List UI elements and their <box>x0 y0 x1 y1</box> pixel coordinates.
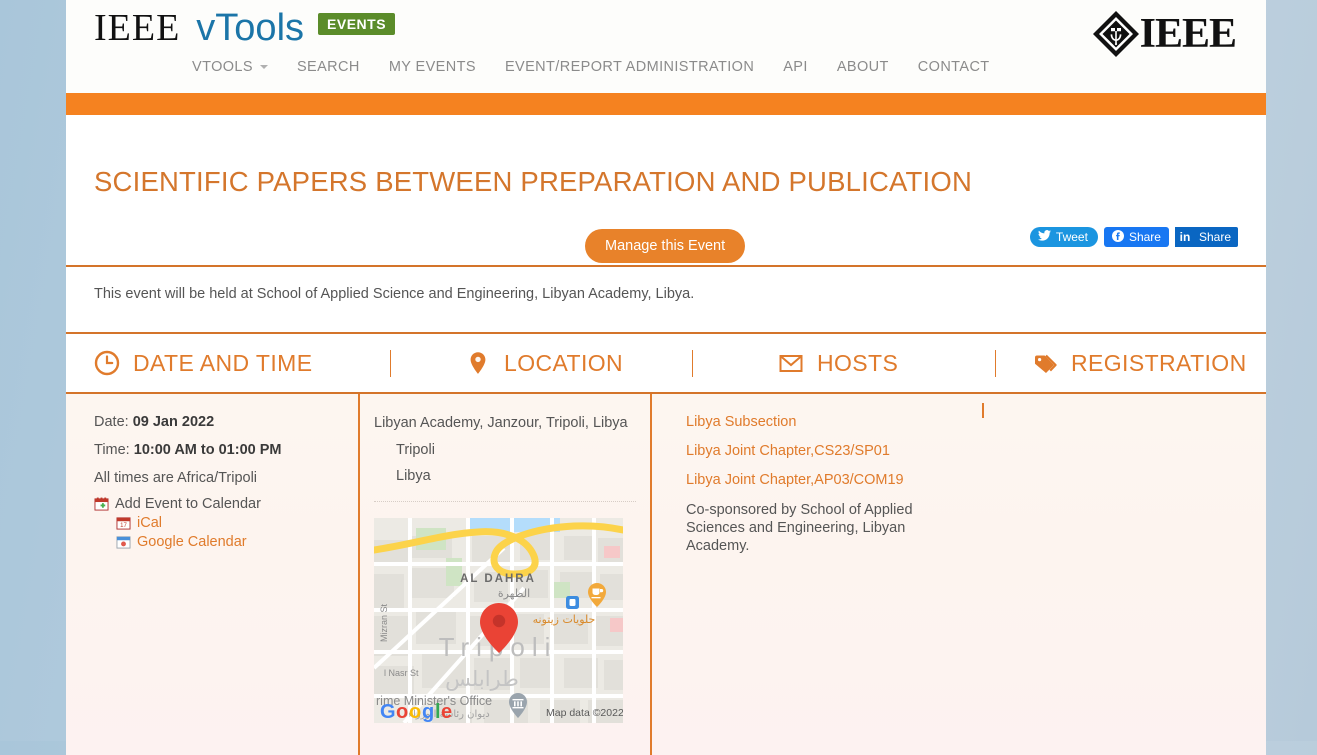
location-divider <box>374 501 636 502</box>
calendar-add-icon <box>94 497 109 511</box>
add-to-calendar-label: Add Event to Calendar <box>115 496 261 512</box>
envelope-icon <box>778 350 804 376</box>
twitter-icon <box>1037 230 1051 244</box>
linkedin-share-button[interactable]: in Share <box>1174 227 1238 247</box>
svg-text:g: g <box>422 701 434 723</box>
nav-item-event-report-administration[interactable]: EVENT/REPORT ADMINISTRATION <box>505 59 754 75</box>
google-calendar-link[interactable]: Google Calendar <box>137 534 247 550</box>
event-title-block: SCIENTIFIC PAPERS BETWEEN PREPARATION AN… <box>66 115 1266 267</box>
social-share-row: Tweet Share in Share <box>1029 227 1238 247</box>
svg-text:l: l <box>435 701 441 723</box>
event-description-text: This event will be held at School of App… <box>94 286 695 302</box>
linkedin-icon: in <box>1174 227 1195 247</box>
detail-columns: Date: 09 Jan 2022 Time: 10:00 AM to 01:0… <box>66 394 1266 755</box>
tab-label: HOSTS <box>817 349 899 376</box>
logo-events-badge: EVENTS <box>318 13 396 35</box>
svg-text:الظهرة: الظهرة <box>498 587 530 600</box>
add-to-calendar-row: Add Event to Calendar <box>94 496 358 512</box>
orange-ribbon <box>66 93 1266 137</box>
location-column: Libyan Academy, Janzour, Tripoli, Libya … <box>358 394 650 755</box>
svg-text:حلويات زيتونه: حلويات زيتونه <box>533 613 596 626</box>
svg-text:Map data ©2022: Map data ©2022 <box>546 707 623 719</box>
tab-location[interactable]: LOCATION <box>391 350 692 377</box>
chevron-down-icon <box>259 65 268 69</box>
date-value: 09 Jan 2022 <box>132 414 215 430</box>
ieee-wordmark: IEEE <box>1139 11 1237 57</box>
cosponsor-note: Co-sponsored by School of Applied Scienc… <box>686 502 913 554</box>
tag-icon <box>1032 350 1058 376</box>
logo-vtools-text: vTools <box>196 7 305 49</box>
host-link[interactable]: Libya Subsection <box>686 414 950 430</box>
svg-text:طرابلس: طرابلس <box>445 667 519 691</box>
timezone-note: All times are Africa/Tripoli <box>94 470 258 486</box>
ieee-diamond-icon <box>1090 8 1142 60</box>
manage-event-button[interactable]: Manage this Event <box>585 229 746 263</box>
facebook-icon <box>1111 229 1124 245</box>
ical-link[interactable]: iCal <box>137 515 162 531</box>
ical-row: 17 iCal <box>116 515 358 531</box>
nav-label: VTOOLS <box>192 59 253 75</box>
site-header: IEEE vTools EVENTS IEEE VTOOLS SEARCH MY… <box>66 0 1266 93</box>
svg-text:G: G <box>380 701 396 723</box>
nav-item-about[interactable]: ABOUT <box>837 59 889 75</box>
facebook-share-button[interactable]: Share <box>1103 227 1169 247</box>
date-time-column: Date: 09 Jan 2022 Time: 10:00 AM to 01:0… <box>66 394 358 755</box>
date-label: Date: <box>94 414 129 430</box>
tab-label: LOCATION <box>504 349 624 376</box>
svg-text:l Nasr St: l Nasr St <box>384 668 419 678</box>
google-calendar-icon <box>116 535 131 549</box>
event-description-strip: This event will be held at School of App… <box>66 267 1266 334</box>
location-country: Libya <box>396 468 431 484</box>
hosts-column: Libya Subsection Libya Joint Chapter,CS2… <box>650 394 950 755</box>
ical-icon: 17 <box>116 516 131 530</box>
svg-text:17: 17 <box>120 523 127 529</box>
location-map[interactable]: AL DAHRA الظهرة Tripoli طرابلس Mizran St… <box>374 518 623 723</box>
twitter-share-button[interactable]: Tweet <box>1029 227 1098 247</box>
tab-label: DATE AND TIME <box>133 349 313 376</box>
ieee-logo-mark: IEEE <box>1090 8 1237 60</box>
tab-date-and-time[interactable]: DATE AND TIME <box>94 350 390 377</box>
location-address: Libyan Academy, Janzour, Tripoli, Libya <box>374 415 628 431</box>
registration-column <box>950 394 1266 755</box>
registration-divider-mark <box>982 403 984 418</box>
tab-registration[interactable]: REGISTRATION <box>996 350 1247 377</box>
nav-item-vtools[interactable]: VTOOLS <box>192 59 268 75</box>
nav-item-my-events[interactable]: MY EVENTS <box>389 59 476 75</box>
logo-ieee-text: IEEE <box>94 7 181 49</box>
twitter-share-label: Tweet <box>1055 230 1088 244</box>
host-link[interactable]: Libya Joint Chapter,CS23/SP01 <box>686 443 950 459</box>
event-time-row: Time: 10:00 AM to 01:00 PM <box>94 442 358 458</box>
tab-hosts[interactable]: HOSTS <box>693 350 995 377</box>
nav-item-contact[interactable]: CONTACT <box>918 59 990 75</box>
location-city: Tripoli <box>396 442 435 458</box>
time-label: Time: <box>94 442 130 458</box>
tab-label: REGISTRATION <box>1071 349 1247 376</box>
linkedin-share-label: Share <box>1198 230 1231 244</box>
time-value: 10:00 AM to 01:00 PM <box>133 442 282 458</box>
svg-text:AL DAHRA: AL DAHRA <box>460 573 536 585</box>
main-navigation: VTOOLS SEARCH MY EVENTS EVENT/REPORT ADM… <box>192 59 1019 75</box>
page-container: IEEE vTools EVENTS IEEE VTOOLS SEARCH MY… <box>66 0 1266 755</box>
page-title: SCIENTIFIC PAPERS BETWEEN PREPARATION AN… <box>94 166 973 197</box>
google-calendar-row: Google Calendar <box>116 534 358 550</box>
svg-text:Mizran St: Mizran St <box>379 604 389 643</box>
host-link[interactable]: Libya Joint Chapter,AP03/COM19 <box>686 472 950 488</box>
event-date-row: Date: 09 Jan 2022 <box>94 414 358 430</box>
nav-item-search[interactable]: SEARCH <box>297 59 360 75</box>
clock-icon <box>94 350 120 376</box>
facebook-share-label: Share <box>1128 230 1161 244</box>
nav-item-api[interactable]: API <box>783 59 808 75</box>
section-tab-bar: DATE AND TIME LOCATION HOSTS REGISTRATIO… <box>66 334 1266 394</box>
svg-text:o: o <box>396 701 408 723</box>
svg-text:e: e <box>441 701 452 723</box>
svg-text:o: o <box>409 701 421 723</box>
map-pin-icon <box>465 350 491 376</box>
